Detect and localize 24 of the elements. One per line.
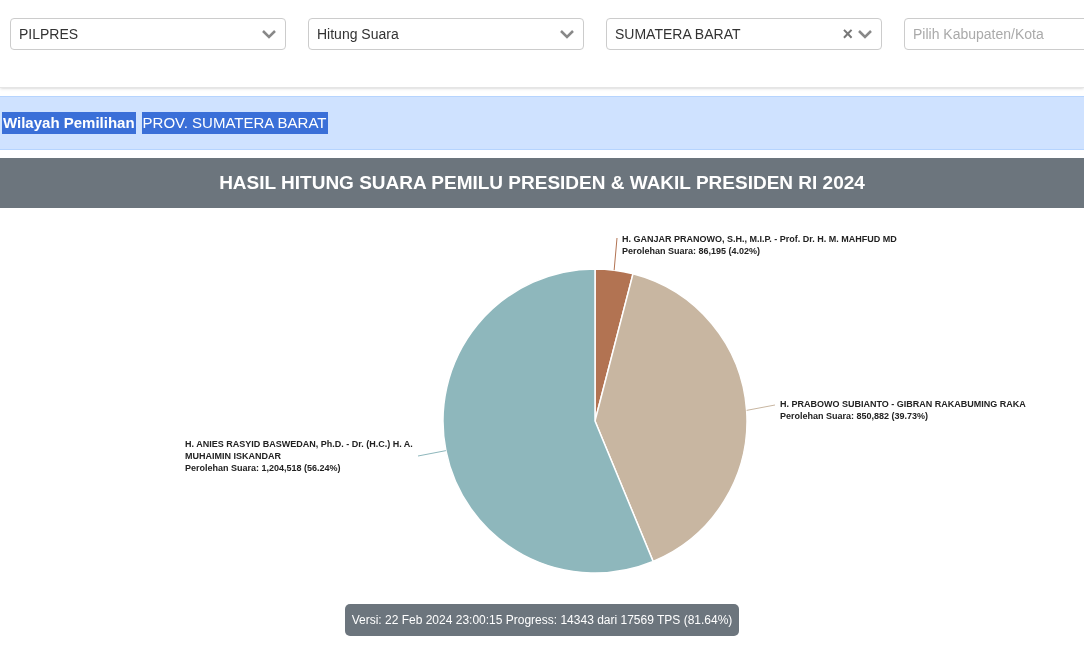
select-value: SUMATERA BARAT [615,24,742,44]
select-field[interactable]: SUMATERA BARAT × [606,18,882,50]
leader-line [746,404,776,411]
select-field[interactable]: Hitung Suara [308,18,584,50]
slice-value-label: Perolehan Suara: 86,195 (4.02%) [622,245,762,257]
region-label: Wilayah Pemilihan [2,111,136,135]
slice-value-label: Perolehan Suara: 1,204,518 (56.24%) [185,462,342,474]
chevron-down-icon [261,29,277,39]
region-value: PROV. SUMATERA BARAT [141,111,328,135]
leader-line [613,237,618,271]
clear-button[interactable]: × [842,25,853,43]
chevron-down-icon [559,29,575,39]
slice-label: H. GANJAR PRANOWO, S.H., M.I.P. - Prof. Dr. H. M. MAHFUD MD [622,233,898,245]
select-placeholder: Pilih Kabupaten/Kota [913,24,1045,44]
leader-line [417,450,447,457]
slice-label: H. PRABOWO SUBIANTO - GIBRAN RAKABUMING RAKA [780,398,1027,410]
select-value: Hitung Suara [317,24,400,44]
slice-label: H. ANIES RASYID BASWEDAN, Ph.D. - Dr. (H.C.) H. A. MUHAIMIN ISKANDAR [185,438,414,462]
select-value: PILPRES [19,24,80,44]
slice-value-label: Perolehan Suara: 850,882 (39.73%) [780,410,930,422]
chart-title: HASIL HITUNG SUARA PEMILU PRESIDEN & WAKIL PRESIDEN RI 2024 [219,170,865,195]
chevron-down-icon [857,29,873,39]
version-badge: Versi: 22 Feb 2024 23:00:15 Progress: 14343 dari 17569 TPS (81.64%) [344,604,740,636]
select-field[interactable]: PILPRES [10,18,286,50]
